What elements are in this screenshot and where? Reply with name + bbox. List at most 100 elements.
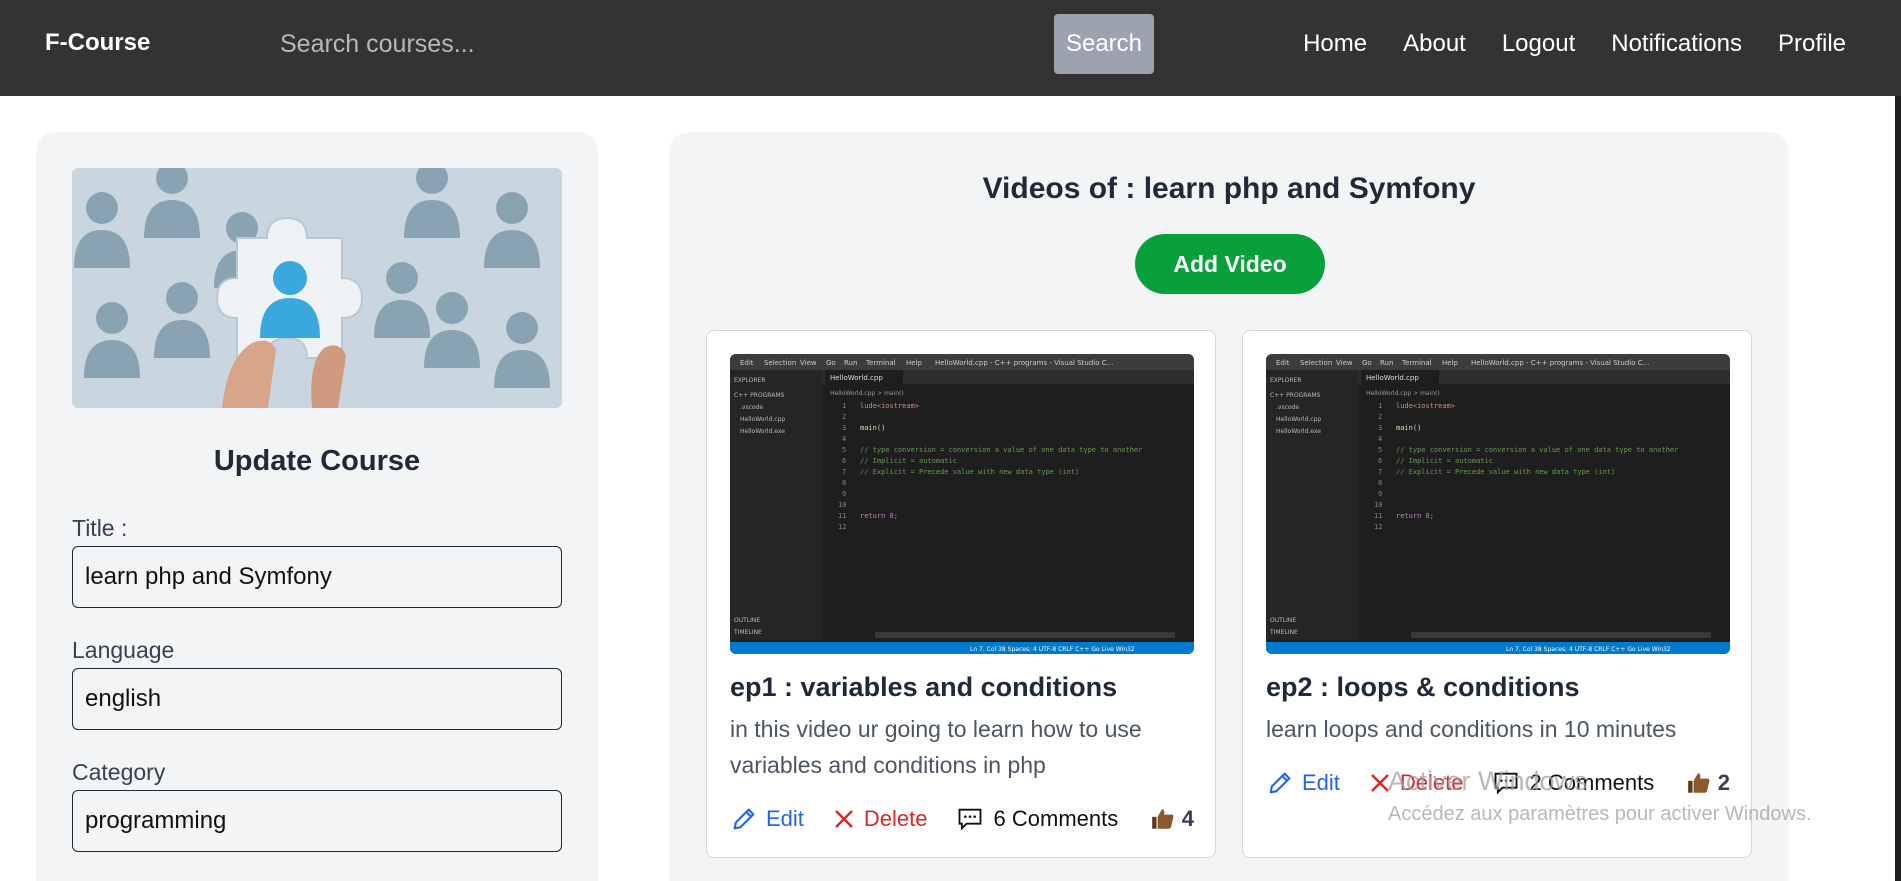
svg-text:lude<iostream>: lude<iostream>: [1396, 402, 1455, 410]
svg-text:9: 9: [842, 490, 846, 498]
delete-button[interactable]: Delete: [1368, 770, 1464, 796]
nav-about[interactable]: About: [1403, 30, 1466, 58]
nav-profile[interactable]: Profile: [1778, 30, 1846, 58]
video-card: Edit Selection View Go Run Terminal Help…: [706, 330, 1216, 858]
svg-text:// type conversion = conversio: // type conversion = conversion a value …: [860, 446, 1142, 454]
svg-text:HelloWorld.cpp > main(): HelloWorld.cpp > main(): [830, 390, 904, 397]
title-field[interactable]: [72, 546, 562, 608]
svg-text:12: 12: [1374, 523, 1382, 531]
svg-text:// Explicit = Pre: // Explicit = Precede value with new dat…: [860, 468, 1079, 476]
add-video-button[interactable]: Add Video: [1135, 234, 1325, 294]
search-input[interactable]: [265, 22, 1025, 66]
svg-text:return 0;: return 0;: [860, 512, 898, 520]
search-button[interactable]: Search: [1054, 14, 1154, 74]
svg-text:7: 7: [842, 468, 846, 476]
nav-logout[interactable]: Logout: [1502, 30, 1575, 58]
close-icon: [1371, 774, 1389, 792]
videos-heading: Videos of : learn php and Symfony: [982, 172, 1476, 205]
pencil-icon: [1269, 772, 1291, 794]
svg-text:8: 8: [842, 479, 846, 487]
svg-text:HelloWorld.cpp > main(): HelloWorld.cpp > main(): [1366, 390, 1440, 397]
svg-text:Ln 7, Col 38 Spaces: 4 UTF: Ln 7, Col 38 Spaces: 4 UTF-8 CRLF C++ Go…: [970, 646, 1135, 653]
title-label: Title :: [72, 515, 128, 541]
close-icon: [835, 810, 853, 828]
nav-links: Home About Logout Notifications Profile: [1303, 30, 1846, 58]
navbar: F-Course Search Home About Logout Notifi…: [0, 0, 1901, 96]
svg-text:1: 1: [1378, 402, 1382, 410]
svg-text:1: 1: [842, 402, 846, 410]
edit-button[interactable]: Edit: [1266, 769, 1340, 797]
comments-link[interactable]: 2 Comments: [1492, 769, 1655, 797]
delete-label: Delete: [863, 806, 928, 831]
svg-text:HelloWorld.cpp: HelloWorld.cpp: [1366, 374, 1419, 382]
svg-text:main(): main(): [1396, 424, 1421, 432]
delete-button[interactable]: Delete: [832, 806, 928, 832]
svg-text:6: 6: [842, 457, 846, 465]
code-editor-thumbnail: Edit Selection View Go Run Terminal Help…: [1266, 354, 1730, 654]
video-description: learn loops and conditions in 10 minutes: [1266, 716, 1677, 742]
svg-text:6: 6: [1378, 457, 1382, 465]
svg-text:Ln 7, Col 38 Spaces: 4 UTF: Ln 7, Col 38 Spaces: 4 UTF-8 CRLF C++ Go…: [1506, 646, 1671, 653]
update-course-panel: Update Course Title : Language Category: [36, 132, 598, 881]
svg-text:11: 11: [838, 512, 846, 520]
delete-label: Delete: [1399, 770, 1464, 795]
like-button[interactable]: 2: [1686, 770, 1730, 796]
video-title[interactable]: ep1 : variables and conditions: [730, 672, 1117, 703]
nav-home[interactable]: Home: [1303, 30, 1367, 58]
svg-text:7: 7: [1378, 468, 1382, 476]
svg-text:// Explicit = Pre: // Explicit = Precede value with new dat…: [1396, 468, 1615, 476]
category-label: Category: [72, 759, 166, 785]
svg-text:10: 10: [1374, 501, 1382, 509]
svg-text:2: 2: [1378, 413, 1382, 421]
svg-text:8: 8: [1378, 479, 1382, 487]
videos-panel: Videos of : learn php and Symfony Add Vi…: [669, 132, 1789, 881]
comment-icon: [1494, 772, 1517, 795]
video-description: in this video ur going to learn how to u…: [730, 716, 1142, 778]
comment-icon: [958, 808, 981, 831]
svg-text:4: 4: [1378, 435, 1382, 443]
svg-text:// type conversion = conversio: // type conversion = conversion a value …: [1396, 446, 1678, 454]
video-card: Edit Selection View Go Run Terminal Help…: [1242, 330, 1752, 858]
thumbs-up-icon: [1151, 809, 1174, 829]
comments-count: 2 Comments: [1529, 770, 1655, 795]
edit-button[interactable]: Edit: [730, 805, 804, 833]
svg-text:// Implicit = aut: // Implicit = automatic: [860, 457, 957, 465]
svg-text:3: 3: [842, 424, 846, 432]
svg-text:main(): main(): [860, 424, 885, 432]
language-label: Language: [72, 637, 175, 663]
course-image: [72, 168, 562, 408]
comments-link[interactable]: 6 Comments: [956, 805, 1119, 833]
svg-text:4: 4: [842, 435, 846, 443]
svg-text:10: 10: [838, 501, 846, 509]
svg-text:9: 9: [1378, 490, 1382, 498]
svg-text:return 0;: return 0;: [1396, 512, 1434, 520]
thumbs-up-icon: [1687, 773, 1710, 793]
edit-label: Edit: [766, 806, 804, 831]
video-title[interactable]: ep2 : loops & conditions: [1266, 672, 1580, 703]
svg-text:2: 2: [842, 413, 846, 421]
video-thumbnail[interactable]: Edit Selection View Go Run Terminal Help…: [730, 354, 1194, 654]
like-button[interactable]: 4: [1150, 806, 1194, 832]
brand-logo[interactable]: F-Course: [45, 29, 150, 57]
video-actions: Edit Delete 2 Comments 2: [1266, 769, 1730, 797]
svg-text:// Implicit = aut: // Implicit = automatic: [1396, 457, 1493, 465]
svg-text:12: 12: [838, 523, 846, 531]
window-edge: [1895, 96, 1901, 881]
language-field[interactable]: [72, 668, 562, 730]
puzzle-people-image: [72, 168, 562, 408]
code-editor-thumbnail: Edit Selection View Go Run Terminal Help…: [730, 354, 1194, 654]
svg-text:3: 3: [1378, 424, 1382, 432]
svg-text:11: 11: [1374, 512, 1382, 520]
update-course-title: Update Course: [213, 445, 421, 477]
nav-notifications[interactable]: Notifications: [1611, 30, 1742, 58]
category-field[interactable]: [72, 790, 562, 852]
edit-label: Edit: [1302, 770, 1340, 795]
svg-text:5: 5: [1378, 446, 1382, 454]
likes-count: 4: [1181, 806, 1194, 831]
svg-text:HelloWorld.cpp: HelloWorld.cpp: [830, 374, 883, 382]
comments-count: 6 Comments: [993, 806, 1119, 831]
svg-text:5: 5: [842, 446, 846, 454]
pencil-icon: [733, 808, 755, 830]
video-thumbnail[interactable]: Edit Selection View Go Run Terminal Help…: [1266, 354, 1730, 654]
likes-count: 2: [1717, 770, 1730, 795]
